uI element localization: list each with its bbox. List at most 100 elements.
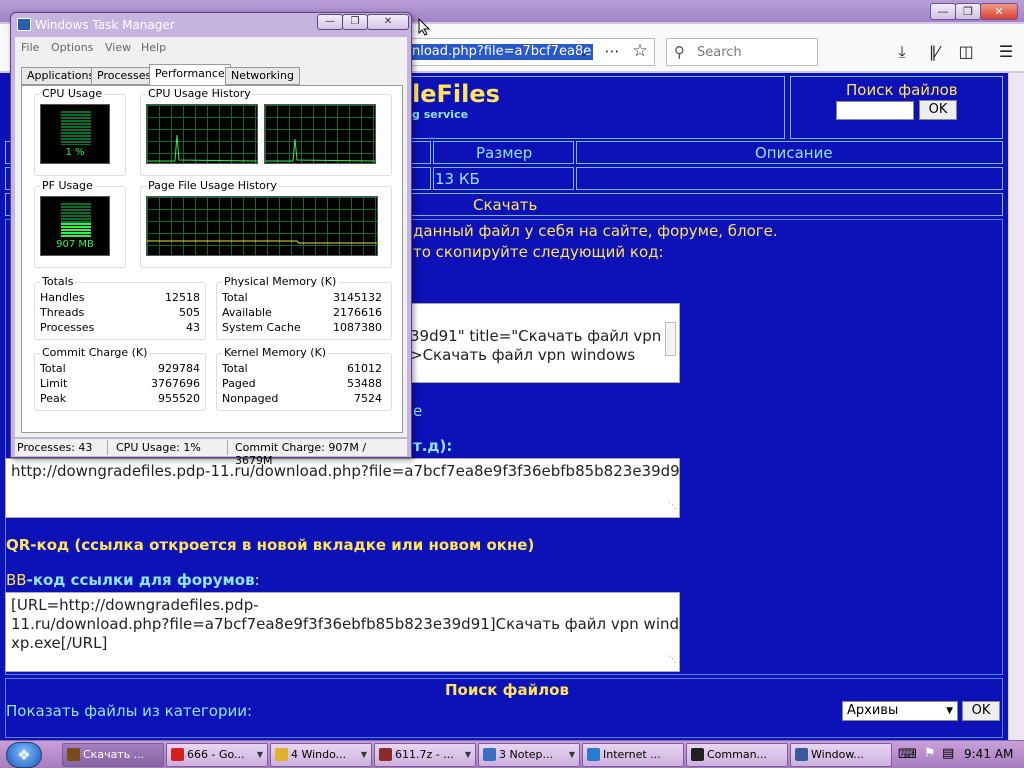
tab-networking[interactable]: Networking [225,67,300,85]
stat-value: 7524 [354,392,382,405]
archive-icon [379,748,392,761]
tm-minimize-button[interactable]: — [317,14,343,30]
category-selected-value: Архивы [847,703,899,718]
stat-key: Total [222,291,248,304]
tab-performance[interactable]: Performance [149,64,231,86]
direct-link-textarea[interactable]: http://downgradefiles.pdp-11.ru/download… [5,458,680,518]
resize-grip-icon[interactable]: ⋱ [668,497,677,516]
taskbar-label: Скачать ... [83,748,145,761]
stat-value: 955520 [158,392,200,405]
firefox-icon [67,748,80,761]
taskbar-button-notepad[interactable]: 3 Notep... ▼ [478,743,580,767]
internet-explorer-icon [587,748,600,761]
stat-physical-available: Available 2176616 [222,306,382,319]
stat-physical-total: Total 3145132 [222,291,382,304]
stat-value: 929784 [158,362,200,375]
stat-key: Peak [40,392,67,405]
tab-applications[interactable]: Applications [21,67,101,85]
embed-code-line1: 39d91" title="Скачать файл vpn [410,327,662,345]
stat-value: 43 [186,321,200,334]
tm-menubar: File Options View Help [15,37,407,59]
cpu-usage-label: CPU Usage [40,87,105,100]
pf-meter-bars-empty [61,203,91,223]
minimize-button[interactable]: — [930,3,956,20]
status-divider [107,440,108,455]
stat-key: Total [40,362,66,375]
download-icon[interactable]: ⤓ [891,42,913,62]
bb-code-line1: [URL=http://downgradefiles.pdp- [11,596,259,614]
bb-code-textarea[interactable]: [URL=http://downgradefiles.pdp- 11.ru/do… [5,592,680,672]
stat-processes: Processes 43 [40,321,200,334]
physical-memory-label: Physical Memory (K) [222,275,339,288]
taskbar-button-cmd[interactable]: Comman... [686,743,788,767]
caret-icon: ▼ [360,750,367,759]
caret-icon: ▼ [568,750,575,759]
bb-prefix: BB [6,571,27,589]
cpu-usage-meter: 1 % [40,104,110,164]
maximize-button[interactable]: ❐ [955,3,981,20]
pf-meter-bars-filled [61,223,91,237]
bb-code-line3: xp.exe[/URL] [11,634,108,652]
stat-value: 2176616 [333,306,382,319]
page-scrollbar[interactable] [1008,73,1024,740]
taskbar-button-opera[interactable]: 666 - Go... ▼ [166,743,268,767]
taskbar-label: 3 Notep... [499,748,554,761]
taskbar-button-explorer[interactable]: 4 Windo... ▼ [270,743,372,767]
qr-code-link[interactable]: QR-код (ссылка откроется в новой вкладке… [6,536,534,554]
stat-value: 3145132 [333,291,382,304]
column-description-label: Описание [755,144,833,162]
category-ok-button[interactable]: OK [962,701,1000,721]
taskbar-button-taskmgr[interactable]: Window... [790,743,892,767]
folder-icon [275,748,288,761]
category-select[interactable]: Архивы ▼ [842,701,958,721]
embed-code-textarea[interactable]: 39d91" title="Скачать файл vpn >Скачать … [404,303,680,383]
search-placeholder: Search [697,45,742,60]
tm-close-button[interactable]: ✕ [367,14,409,30]
stat-commit-limit: Limit 3767696 [40,377,200,390]
tab-processes[interactable]: Processes [91,67,158,85]
menu-file[interactable]: File [21,41,39,54]
clock[interactable]: 9:41 AM [964,747,1013,761]
close-button[interactable]: ✕ [980,3,1018,20]
footer-search-title: Поиск файлов [445,681,569,699]
resize-grip-icon[interactable]: ⋱ [668,651,677,670]
url-bar[interactable]: nload.php?file=a7bcf7ea8e ⌄ ⋯ ☆ [405,38,655,66]
flag-icon[interactable]: ⚑ [924,746,936,761]
menu-options[interactable]: Options [51,41,93,54]
opera-icon [171,748,184,761]
menu-help[interactable]: Help [141,41,166,54]
page-actions-icon[interactable]: ⋯ [601,41,623,61]
chevron-down-icon[interactable]: ⌄ [573,42,595,62]
menu-view[interactable]: View [105,41,131,54]
totals-label: Totals [40,275,76,288]
search-input[interactable]: ⚲ Search [666,38,818,66]
tm-maximize-button[interactable]: ❐ [342,14,368,30]
search-files-ok-button[interactable]: OK [919,100,957,120]
keyboard-icon[interactable]: ⌨ [898,747,917,762]
download-link[interactable]: Скачать [473,196,537,214]
command-prompt-icon [691,748,704,761]
bb-code-label: BB-код ссылки для форумов: [6,571,260,589]
search-icon: ⚲ [674,43,685,61]
taskbar-button-download[interactable]: Скачать ... [62,743,164,767]
show-category-label: Показать файлы из категории: [6,702,253,720]
stat-kernel-paged: Paged 53488 [222,377,382,390]
status-commit: Commit Charge: 907M / 3679M [235,441,367,467]
start-button[interactable]: ❖ [6,742,42,768]
windows-logo-icon: ❖ [17,746,31,764]
taskbar-button-winrar[interactable]: 611.7z - ... ▼ [374,743,476,767]
status-cpu: CPU Usage: 1% [116,441,201,454]
taskbar-label: Window... [811,748,864,761]
network-icon[interactable]: ▤ [942,746,954,761]
textarea-scrollbar[interactable] [665,322,676,356]
sidebar-icon[interactable]: ◫ [955,42,977,62]
bookmark-star-icon[interactable]: ☆ [629,41,651,61]
status-divider [227,440,228,455]
search-files-input[interactable] [836,101,914,120]
taskbar-button-ie[interactable]: Internet ... [582,743,684,767]
taskbar-label: 4 Windo... [291,748,347,761]
library-icon[interactable]: ‖⁄ [923,42,945,62]
kernel-memory-label: Kernel Memory (K) [222,346,329,359]
hamburger-menu-icon[interactable]: ☰ [995,42,1017,62]
site-subtitle: g service [412,108,469,121]
